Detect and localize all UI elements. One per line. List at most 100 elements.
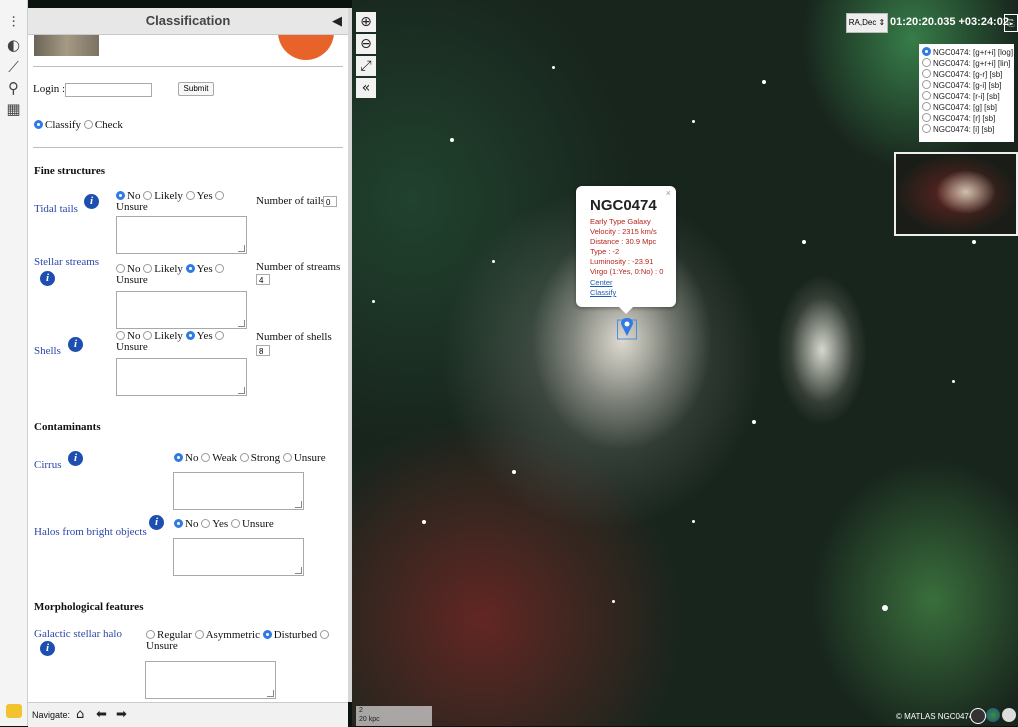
sliders-icon[interactable]: ⫶ [5,14,22,31]
tails-count-input[interactable]: 0 [323,196,337,207]
star [762,80,766,84]
streams-count-input[interactable]: 4 [256,274,270,285]
halos-textarea[interactable] [173,538,304,576]
layer-item[interactable]: NGC0474: [g-i] [sb] [919,80,1014,91]
radio-disturbed[interactable] [262,630,272,639]
halos-radio-group: No Yes Unsure [174,518,274,530]
map-pin-icon[interactable] [617,316,637,340]
radio-yes[interactable] [185,264,195,273]
center-link[interactable]: Center [590,278,613,287]
galaxy-type: Type : -2 [590,247,620,256]
radio-unsure[interactable] [215,191,225,200]
overview-inset[interactable] [894,152,1018,236]
galaxy-velocity: Velocity : 2315 km/s [590,227,657,236]
classification-panel: Login : Submit Classify Check Fine struc… [28,8,348,702]
map-pin-icon[interactable]: ⚲ [5,80,22,97]
radio-no[interactable] [116,264,125,273]
info-icon[interactable]: i [40,271,55,286]
login-label: Login : [33,83,66,95]
layer-item[interactable]: NGC0474: [g-r] [sb] [919,69,1014,80]
radio-unsure[interactable] [319,630,329,639]
layer-item[interactable]: NGC0474: [g] [sb] [919,102,1014,113]
stellar-streams-label: Stellar streams [34,256,100,268]
layer-item[interactable]: NGC0474: [r-i] [sb] [919,91,1014,102]
divider [33,66,343,67]
fullscreen-icon[interactable]: ⤢ [356,56,376,76]
radio-regular[interactable] [146,630,155,639]
tidal-tails-radio-group: No Likely Yes Unsure [116,191,246,213]
info-icon[interactable]: i [84,194,99,209]
radio-layer[interactable] [922,91,931,100]
zoom-out-icon[interactable]: ⊖ [356,34,376,54]
shells-count-input[interactable]: 8 [256,345,270,356]
globe-icon[interactable] [986,708,1000,722]
radio-strong[interactable] [239,453,249,462]
galaxy-luminosity: Luminosity : -23.91 [590,257,654,266]
stellar-streams-textarea[interactable] [116,291,247,329]
radio-classify[interactable] [34,120,43,129]
close-icon[interactable]: × [666,188,671,198]
radio-no[interactable] [116,191,125,200]
radio-yes[interactable] [185,191,195,200]
settings-icon[interactable] [1002,708,1016,722]
classify-link[interactable]: Classify [590,288,616,297]
galactic-halo-textarea[interactable] [145,661,276,699]
radio-likely[interactable] [143,264,153,273]
radio-unsure[interactable] [282,453,292,462]
halos-label: Halos from bright objects [34,526,147,538]
submit-button[interactable]: Submit [178,82,214,96]
radio-layer[interactable] [922,58,931,67]
radio-no[interactable] [174,519,183,528]
layer-item[interactable]: NGC0474: [g+r+i] [log] [919,47,1014,58]
layer-item[interactable]: NGC0474: [r] [sb] [919,113,1014,124]
radio-weak[interactable] [201,453,211,462]
scale-bar: 2 20 kpc [356,706,432,726]
info-icon[interactable]: i [149,515,164,530]
info-icon[interactable]: i [68,451,83,466]
triangle-left-icon[interactable]: ◀ [332,13,342,29]
radio-unsure[interactable] [230,519,240,528]
radio-layer[interactable] [922,47,931,56]
radio-layer[interactable] [922,80,931,89]
double-left-icon[interactable]: « [356,78,376,98]
radio-no[interactable] [116,331,125,340]
radio-unsure[interactable] [215,264,225,273]
radio-layer[interactable] [922,102,931,111]
radio-no[interactable] [174,453,183,462]
zoom-in-icon[interactable]: ⊕ [356,12,376,32]
clipboard-icon[interactable]: ⎘ [1004,14,1018,32]
info-icon[interactable]: i [40,641,55,656]
qr-code-icon[interactable]: ▦ [5,101,22,118]
galaxy-virgo: Virgo (1:Yes, 0:No) : 0 [590,267,664,276]
radio-layer[interactable] [922,124,931,133]
radio-yes[interactable] [185,331,195,340]
chart-line-icon[interactable]: ⟋ [5,59,22,76]
layer-item[interactable]: NGC0474: [i] [sb] [919,124,1014,135]
radio-asymmetric[interactable] [194,630,204,639]
home-icon[interactable]: ⌂ [76,707,84,722]
shells-textarea[interactable] [116,358,247,396]
radio-likely[interactable] [143,191,153,200]
radio-likely[interactable] [143,331,153,340]
radio-unsure-label: Unsure [116,274,148,286]
info-icon[interactable]: i [68,337,83,352]
coord-system-select[interactable]: RA,Dec ⇕ [846,13,888,33]
map-credit: © MATLAS NGC0474 [896,712,974,721]
arrow-left-icon[interactable]: ⬅ [96,707,107,722]
radio-yes[interactable] [201,519,211,528]
galaxy-thumbnail [34,34,99,56]
layer-item[interactable]: NGC0474: [g+r+i] [lin] [919,58,1014,69]
star [512,470,516,474]
radio-layer[interactable] [922,69,931,78]
chat-icon[interactable] [6,704,22,718]
contrast-icon[interactable]: ◐ [5,37,22,54]
contrast-toggle-icon[interactable] [970,708,986,724]
radio-check[interactable] [83,120,93,129]
radio-layer[interactable] [922,113,931,122]
layer-label: NGC0474: [g-r] [sb] [933,70,1003,79]
radio-unsure[interactable] [215,331,225,340]
arrow-right-icon[interactable]: ➡ [116,707,127,722]
tidal-tails-textarea[interactable] [116,216,247,254]
login-input[interactable] [65,83,152,97]
cirrus-textarea[interactable] [173,472,304,510]
